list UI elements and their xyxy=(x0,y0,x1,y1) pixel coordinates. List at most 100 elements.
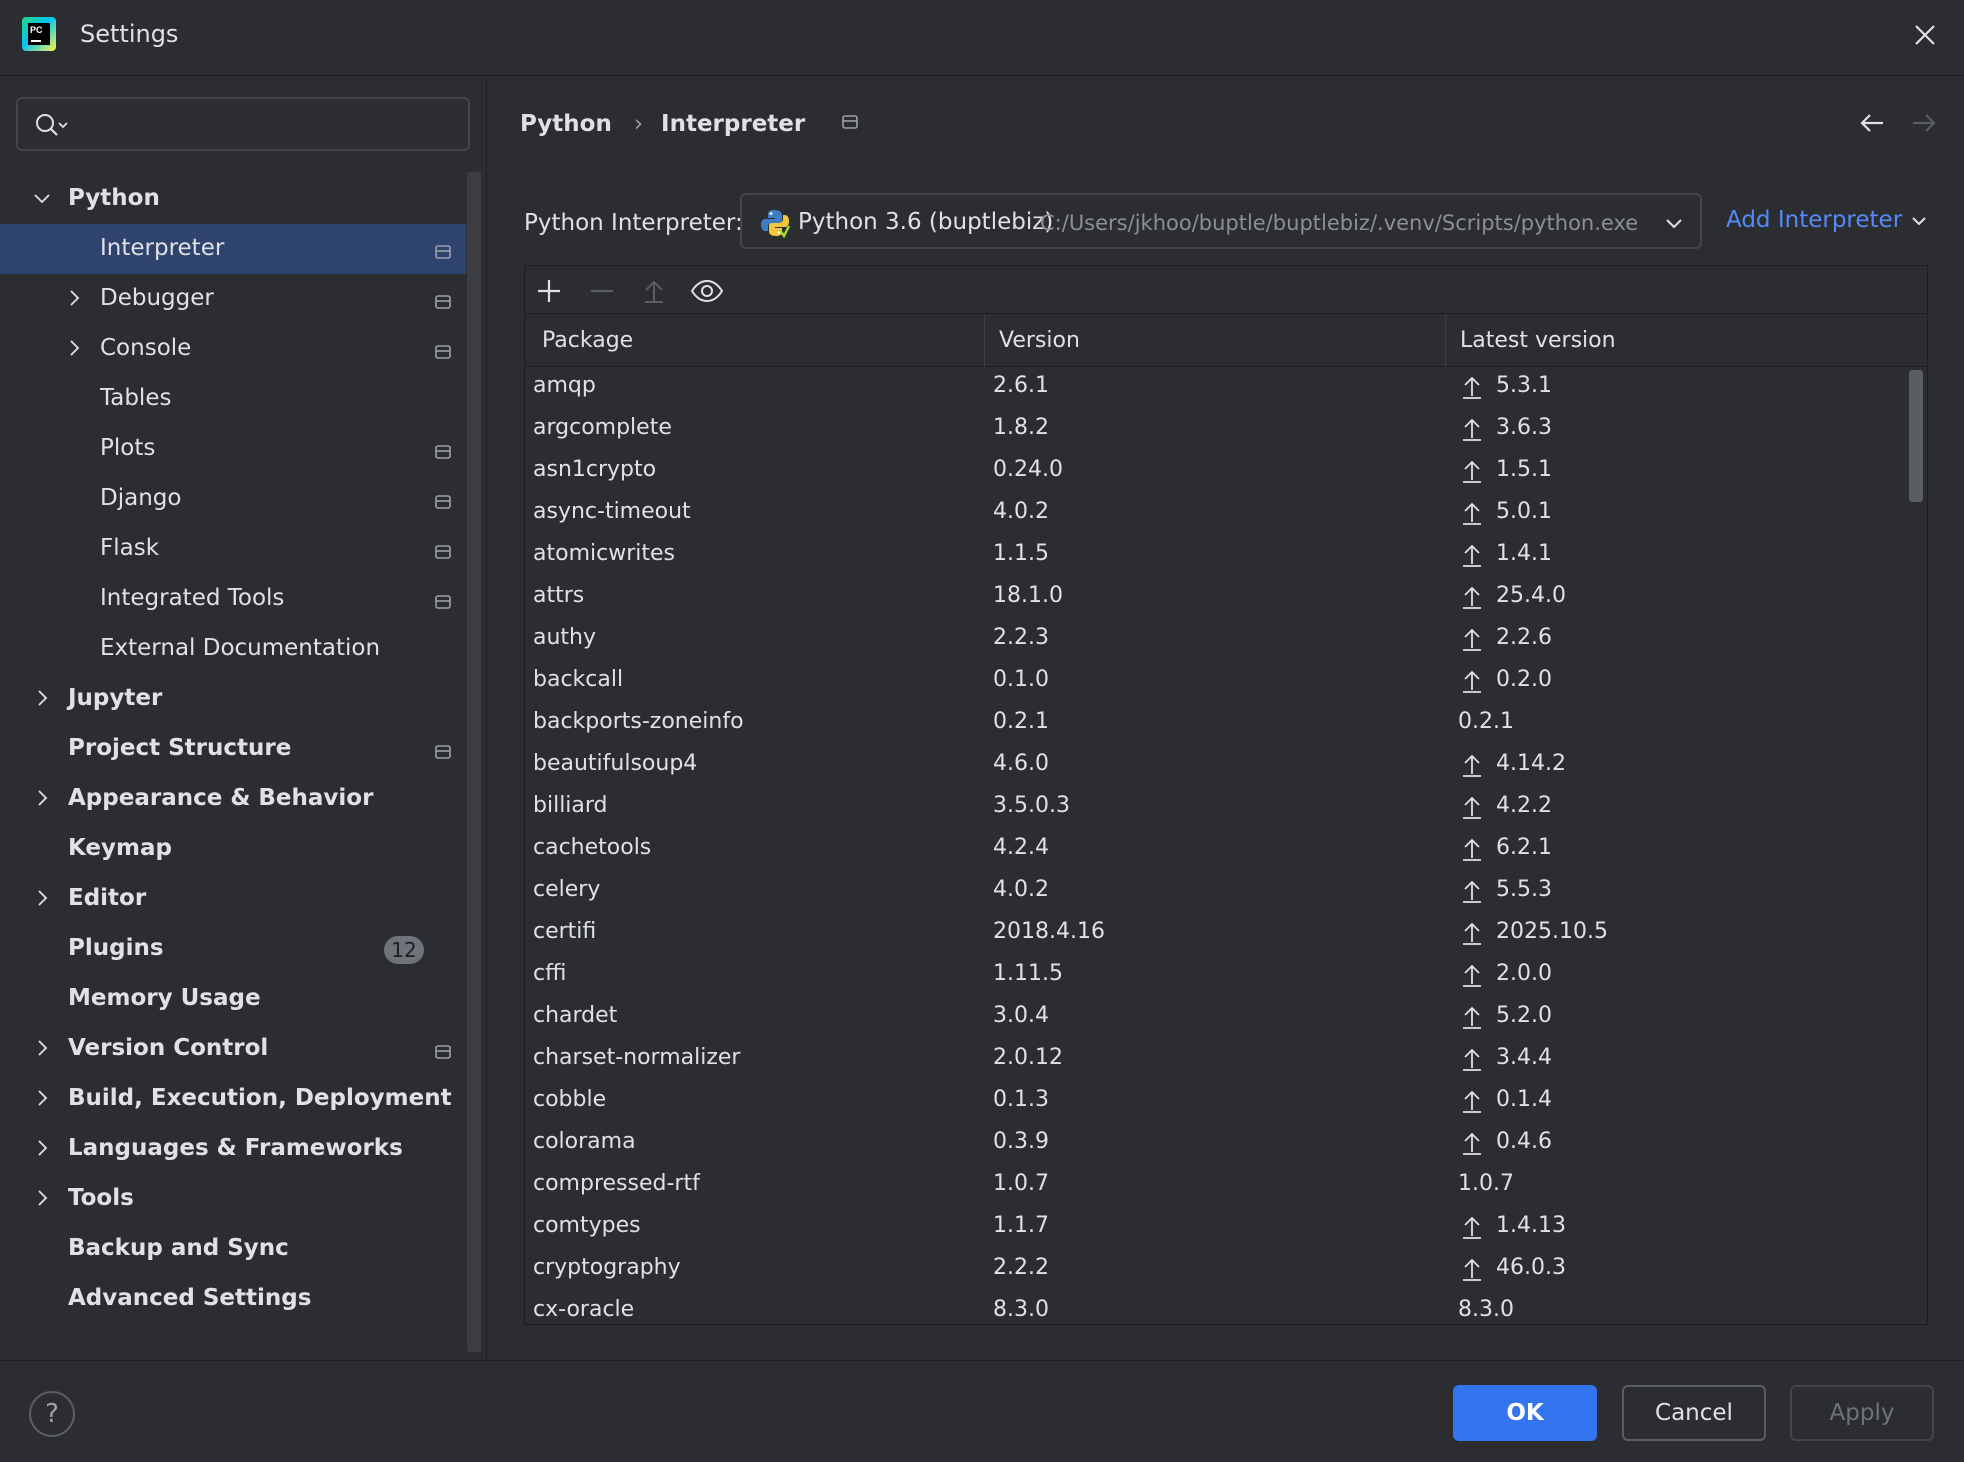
column-header-version[interactable]: Version xyxy=(985,315,1446,367)
package-row[interactable]: cobble 0.1.3 0.1.4 xyxy=(525,1082,1927,1124)
search-input[interactable] xyxy=(78,107,458,143)
chevron-right-icon[interactable] xyxy=(32,888,52,908)
package-latest-version: 1.0.7 xyxy=(1458,1171,1514,1196)
package-row[interactable]: chardet 3.0.4 5.2.0 xyxy=(525,998,1927,1040)
chevron-right-icon[interactable] xyxy=(32,788,52,808)
sidebar-item-tables[interactable]: Tables xyxy=(0,374,466,424)
chevron-right-icon[interactable] xyxy=(32,1088,52,1108)
column-header-latest-version[interactable]: Latest version xyxy=(1446,315,1927,367)
package-row[interactable]: asn1crypto 0.24.0 1.5.1 xyxy=(525,452,1927,494)
package-row[interactable]: cachetools 4.2.4 6.2.1 xyxy=(525,830,1927,872)
close-button[interactable] xyxy=(1906,16,1944,54)
package-row[interactable]: attrs 18.1.0 25.4.0 xyxy=(525,578,1927,620)
package-row[interactable]: async-timeout 4.0.2 5.0.1 xyxy=(525,494,1927,536)
sidebar-item-external-documentation[interactable]: External Documentation xyxy=(0,624,466,674)
package-row[interactable]: atomicwrites 1.1.5 1.4.1 xyxy=(525,536,1927,578)
package-row[interactable]: authy 2.2.3 2.2.6 xyxy=(525,620,1927,662)
sidebar-item-python[interactable]: Python xyxy=(0,174,466,224)
package-name: billiard xyxy=(533,793,608,818)
show-early-releases-button[interactable] xyxy=(690,274,724,308)
packages-scrollbar[interactable] xyxy=(1909,370,1923,502)
upgrade-package-button[interactable] xyxy=(637,274,671,308)
sidebar-item-tools[interactable]: Tools xyxy=(0,1174,466,1224)
package-row[interactable]: amqp 2.6.1 5.3.1 xyxy=(525,368,1927,410)
sidebar-item-languages-frameworks[interactable]: Languages & Frameworks xyxy=(0,1124,466,1174)
apply-button[interactable]: Apply xyxy=(1790,1385,1934,1441)
package-name: async-timeout xyxy=(533,499,691,524)
sidebar-item-label: Appearance & Behavior xyxy=(68,785,374,811)
settings-search[interactable] xyxy=(16,97,470,151)
add-interpreter-link[interactable]: Add Interpreter xyxy=(1726,207,1928,233)
forward-button[interactable] xyxy=(1910,111,1938,141)
help-button[interactable]: ? xyxy=(29,1391,75,1437)
package-row[interactable]: celery 4.0.2 5.5.3 xyxy=(525,872,1927,914)
breadcrumb-parent[interactable]: Python xyxy=(520,111,612,137)
sidebar-item-label: Jupyter xyxy=(68,685,163,711)
package-row[interactable]: compressed-rtf 1.0.7 1.0.7 xyxy=(525,1166,1927,1208)
package-latest-version: 4.14.2 xyxy=(1496,751,1566,776)
package-row[interactable]: cx-oracle 8.3.0 8.3.0 xyxy=(525,1292,1927,1324)
sidebar-item-editor[interactable]: Editor xyxy=(0,874,466,924)
sidebar-item-version-control[interactable]: Version Control xyxy=(0,1024,466,1074)
package-name: backports-zoneinfo xyxy=(533,709,744,734)
chevron-down-icon[interactable] xyxy=(32,188,52,208)
pin-icon xyxy=(434,341,452,367)
package-row[interactable]: certifi 2018.4.16 2025.10.5 xyxy=(525,914,1927,956)
upgrade-available-icon xyxy=(1460,584,1484,616)
package-row[interactable]: cffi 1.11.5 2.0.0 xyxy=(525,956,1927,998)
sidebar-item-interpreter[interactable]: Interpreter xyxy=(0,224,466,274)
sidebar-item-label: Project Structure xyxy=(68,735,292,761)
sidebar-item-console[interactable]: Console xyxy=(0,324,466,374)
sidebar-item-advanced-settings[interactable]: Advanced Settings xyxy=(0,1274,466,1324)
package-row[interactable]: billiard 3.5.0.3 4.2.2 xyxy=(525,788,1927,830)
chevron-right-icon[interactable] xyxy=(32,688,52,708)
chevron-right-icon[interactable] xyxy=(64,338,84,358)
sidebar-item-label: Editor xyxy=(68,885,147,911)
package-row[interactable]: cryptography 2.2.2 46.0.3 xyxy=(525,1250,1927,1292)
chevron-right-icon[interactable] xyxy=(32,1188,52,1208)
sidebar-item-django[interactable]: Django xyxy=(0,474,466,524)
package-latest-version: 5.2.0 xyxy=(1496,1003,1552,1028)
package-row[interactable]: colorama 0.3.9 0.4.6 xyxy=(525,1124,1927,1166)
package-latest-version: 1.5.1 xyxy=(1496,457,1552,482)
package-row[interactable]: beautifulsoup4 4.6.0 4.14.2 xyxy=(525,746,1927,788)
package-name: charset-normalizer xyxy=(533,1045,741,1070)
sidebar-item-appearance-behavior[interactable]: Appearance & Behavior xyxy=(0,774,466,824)
package-row[interactable]: backports-zoneinfo 0.2.1 0.2.1 xyxy=(525,704,1927,746)
chevron-right-icon[interactable] xyxy=(32,1138,52,1158)
chevron-right-icon[interactable] xyxy=(64,288,84,308)
package-version: 0.1.3 xyxy=(993,1087,1049,1112)
package-row[interactable]: backcall 0.1.0 0.2.0 xyxy=(525,662,1927,704)
back-button[interactable] xyxy=(1858,111,1886,141)
package-latest-version: 0.4.6 xyxy=(1496,1129,1552,1154)
sidebar-item-label: Advanced Settings xyxy=(68,1285,312,1311)
package-name: compressed-rtf xyxy=(533,1171,700,1196)
sidebar-item-keymap[interactable]: Keymap xyxy=(0,824,466,874)
sidebar-item-plots[interactable]: Plots xyxy=(0,424,466,474)
interpreter-select[interactable]: Python 3.6 (buptlebiz) C:/Users/jkhoo/bu… xyxy=(740,193,1702,249)
sidebar-scrollbar[interactable] xyxy=(467,172,481,1352)
breadcrumb-separator: › xyxy=(633,111,644,137)
package-row[interactable]: argcomplete 1.8.2 3.6.3 xyxy=(525,410,1927,452)
chevron-right-icon[interactable] xyxy=(32,1038,52,1058)
package-version: 0.1.0 xyxy=(993,667,1049,692)
package-latest-version: 3.6.3 xyxy=(1496,415,1552,440)
sidebar-item-memory-usage[interactable]: Memory Usage xyxy=(0,974,466,1024)
column-header-package[interactable]: Package xyxy=(525,315,985,367)
ok-button[interactable]: OK xyxy=(1453,1385,1597,1441)
package-row[interactable]: comtypes 1.1.7 1.4.13 xyxy=(525,1208,1927,1250)
close-icon xyxy=(1915,25,1935,45)
sidebar-item-flask[interactable]: Flask xyxy=(0,524,466,574)
uninstall-package-button[interactable] xyxy=(585,274,619,308)
sidebar-item-jupyter[interactable]: Jupyter xyxy=(0,674,466,724)
sidebar-item-build-execution-deployment[interactable]: Build, Execution, Deployment xyxy=(0,1074,466,1124)
sidebar-item-project-structure[interactable]: Project Structure xyxy=(0,724,466,774)
sidebar-item-plugins[interactable]: Plugins 12 xyxy=(0,924,466,974)
breadcrumb: Python › Interpreter xyxy=(520,111,859,137)
package-row[interactable]: charset-normalizer 2.0.12 3.4.4 xyxy=(525,1040,1927,1082)
sidebar-item-backup-and-sync[interactable]: Backup and Sync xyxy=(0,1224,466,1274)
sidebar-item-debugger[interactable]: Debugger xyxy=(0,274,466,324)
install-package-button[interactable] xyxy=(532,274,566,308)
cancel-button[interactable]: Cancel xyxy=(1622,1385,1766,1441)
sidebar-item-integrated-tools[interactable]: Integrated Tools xyxy=(0,574,466,624)
